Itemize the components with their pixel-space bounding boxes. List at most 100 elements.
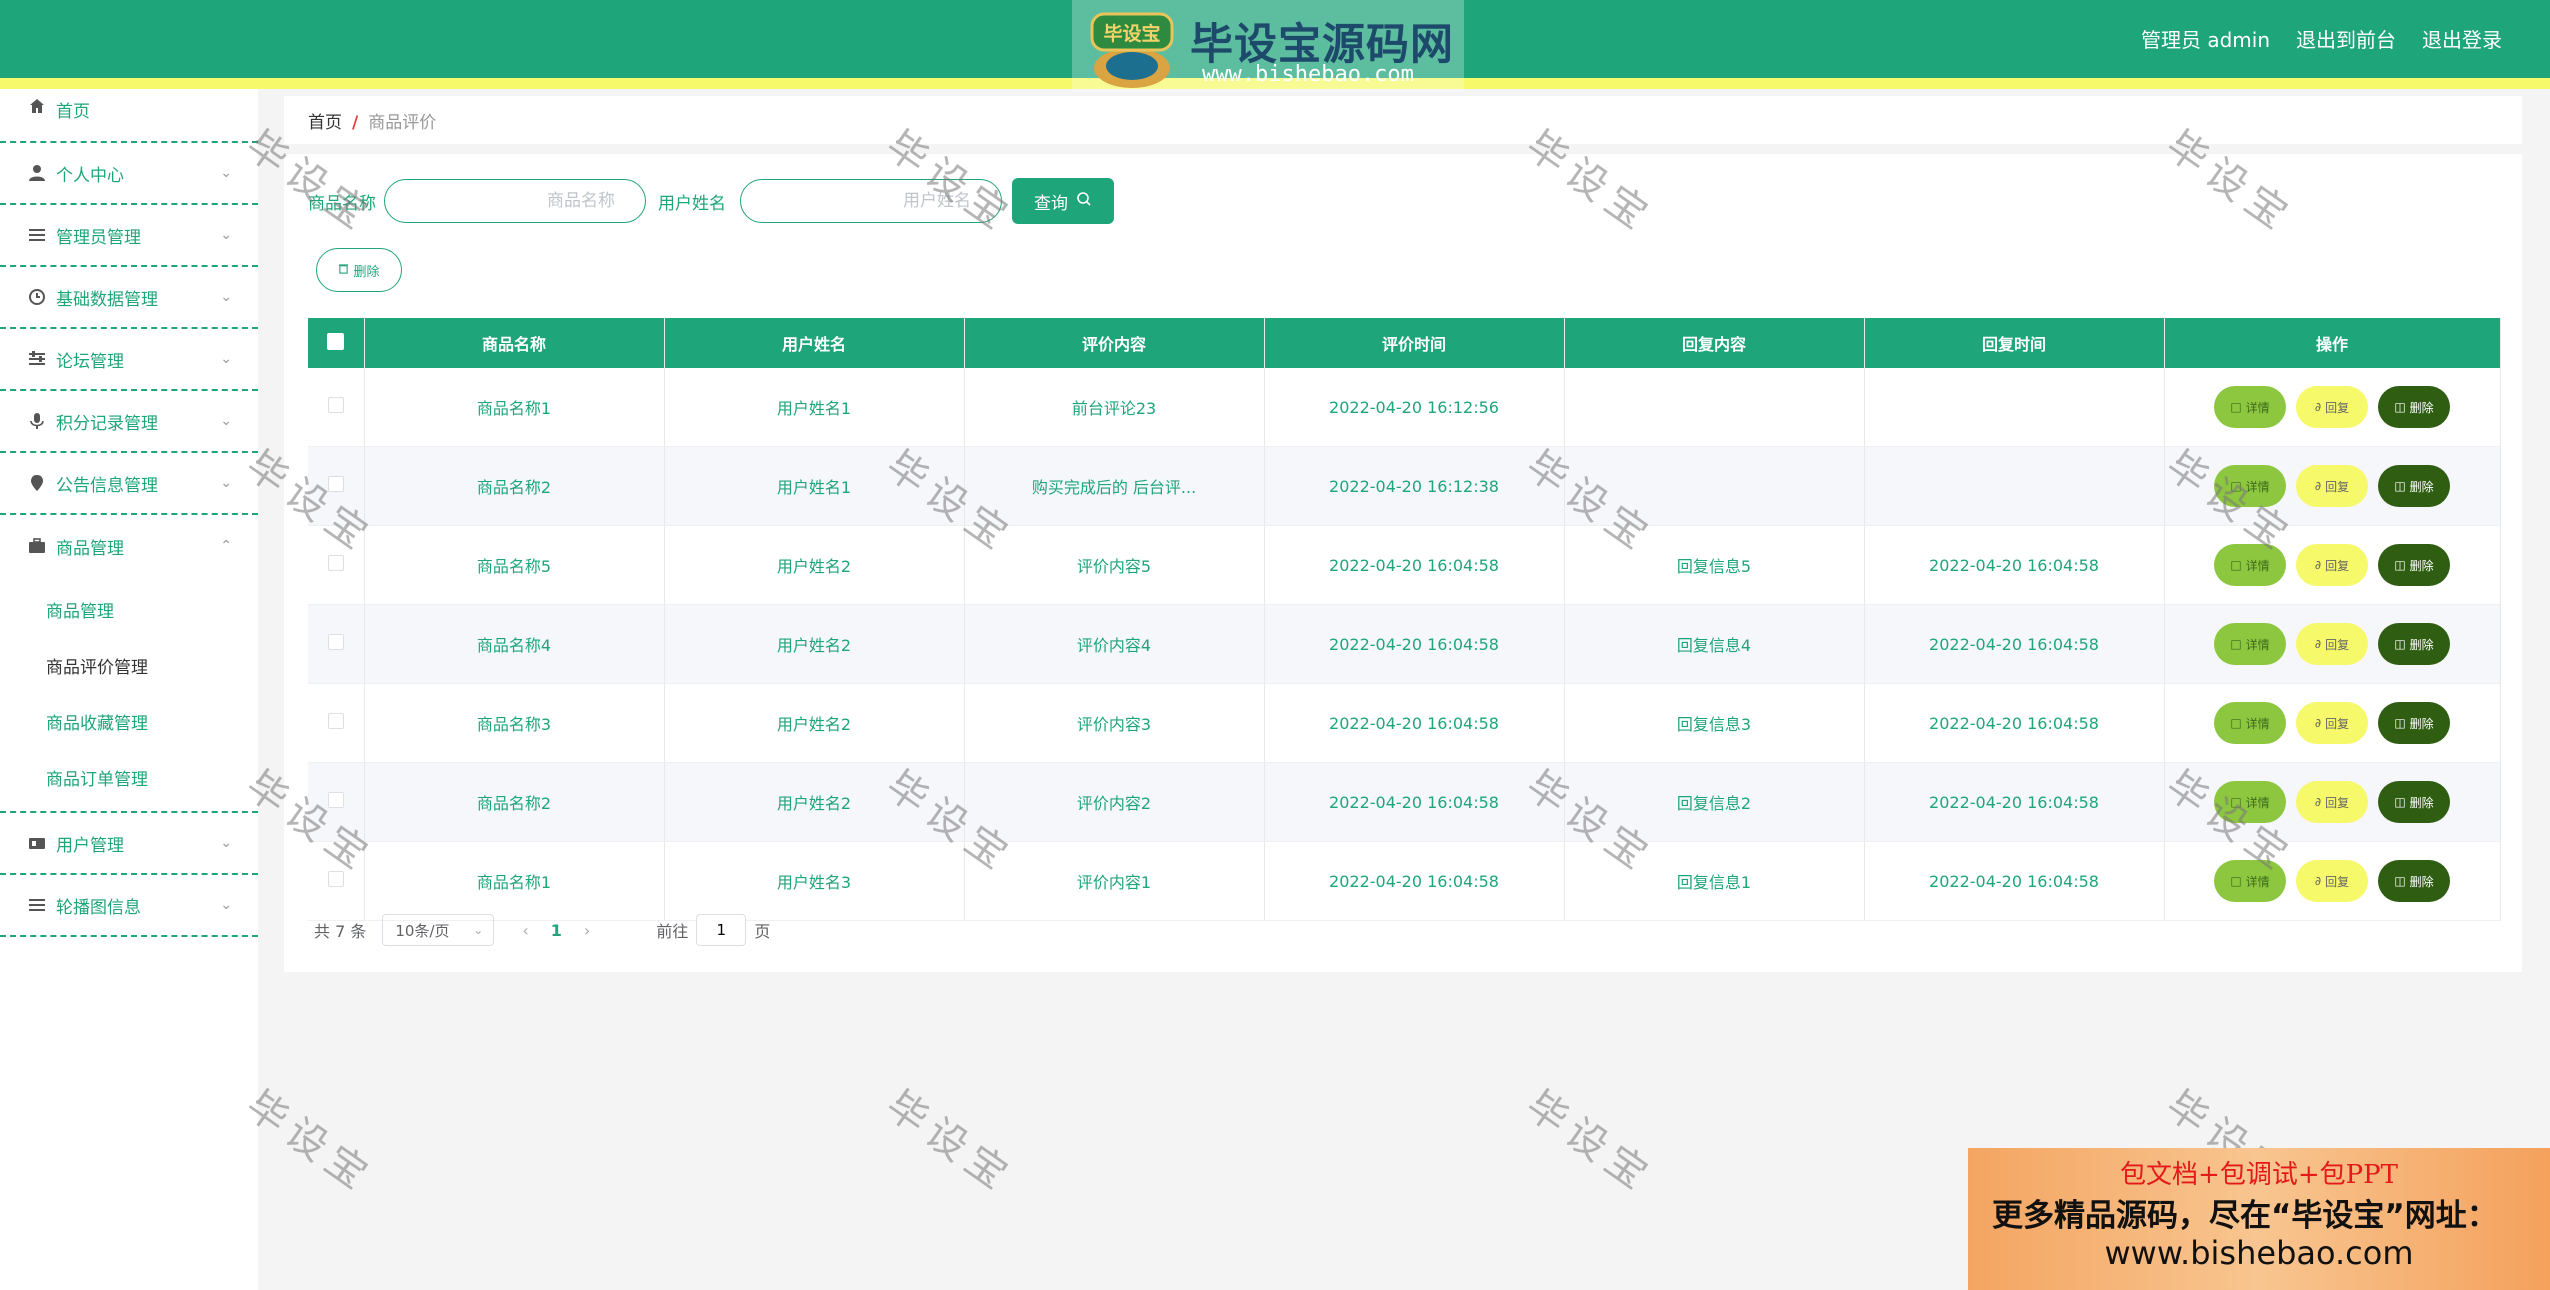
table-row: 商品名称3 用户姓名2 评价内容3 2022-04-20 16:04:58 回复信息3 2…	[308, 683, 2501, 763]
delete-button[interactable]: ◫ 删除	[2378, 386, 2450, 428]
sidebar-item-personal[interactable]: 个人中心 ⌄	[0, 143, 258, 205]
breadcrumb-home[interactable]: 首页	[308, 113, 342, 133]
actions-cell: □ 详情 ∂ 回复 ◫ 删除	[2164, 841, 2501, 921]
chevron-down-icon: ⌄	[220, 413, 232, 429]
query-button[interactable]: 查询	[1012, 178, 1114, 224]
row-select-cell[interactable]	[308, 762, 365, 842]
sidebar-item-points[interactable]: 积分记录管理 ⌄	[0, 391, 258, 453]
goods-name-cell: 商品名称2	[364, 762, 665, 842]
detail-button[interactable]: □ 详情	[2214, 623, 2286, 665]
row-select-cell[interactable]	[308, 446, 365, 526]
detail-button[interactable]: □ 详情	[2214, 702, 2286, 744]
detail-button[interactable]: □ 详情	[2214, 860, 2286, 902]
sidebar-item-label: 商品管理	[56, 538, 124, 559]
goods-name-input[interactable]	[384, 179, 646, 223]
next-page-icon[interactable]: ›	[584, 921, 590, 940]
row-select-cell[interactable]	[308, 841, 365, 921]
delete-button[interactable]: ◫ 删除	[2378, 702, 2450, 744]
table-row: 商品名称1 用户姓名3 评价内容1 2022-04-20 16:04:58 回复信息1 2…	[308, 841, 2501, 921]
select-all-cell[interactable]	[308, 318, 365, 368]
actions-cell: □ 详情 ∂ 回复 ◫ 删除	[2164, 683, 2501, 763]
main-content: 商品名称 用户姓名 查询 删除 商品名称 用户姓名 评价内容 评价时间	[284, 154, 2522, 972]
delete-button[interactable]: ◫ 删除	[2378, 860, 2450, 902]
select-all-checkbox[interactable]	[327, 332, 345, 350]
user-name-input[interactable]	[740, 179, 1002, 223]
site-logo: 毕设宝 毕设宝源码网 www.bishebao.com	[1072, 0, 1464, 92]
logo-badge-text: 毕设宝	[1103, 22, 1160, 45]
page-size-select[interactable]: 10条/页 ⌄	[382, 914, 495, 946]
submenu-item-goods[interactable]: 商品管理	[0, 581, 258, 637]
sidebar-item-label: 用户管理	[56, 835, 124, 856]
reply-label: 回复	[2325, 400, 2350, 415]
sidebar-item-label: 公告信息管理	[56, 475, 158, 496]
delete-button[interactable]: ◫ 删除	[2378, 544, 2450, 586]
detail-button[interactable]: □ 详情	[2214, 465, 2286, 507]
sidebar-item-users[interactable]: 用户管理 ⌄	[0, 813, 258, 875]
reply-button[interactable]: ∂ 回复	[2296, 781, 2368, 823]
trash-icon: ◫	[2394, 400, 2406, 414]
row-checkbox[interactable]	[327, 634, 344, 650]
delete-button[interactable]: ◫ 删除	[2378, 465, 2450, 507]
table-row: 商品名称4 用户姓名2 评价内容4 2022-04-20 16:04:58 回复信息4 2…	[308, 604, 2501, 684]
review-content-cell: 评价内容1	[964, 841, 1265, 921]
detail-button[interactable]: □ 详情	[2214, 386, 2286, 428]
sidebar-item-admins[interactable]: 管理员管理 ⌄	[0, 205, 258, 267]
user-name-cell: 用户姓名2	[664, 683, 965, 763]
sidebar-item-home[interactable]: 首页	[0, 89, 258, 143]
row-select-cell[interactable]	[308, 683, 365, 763]
delete-label: 删除	[2409, 479, 2434, 494]
reply-button[interactable]: ∂ 回复	[2296, 465, 2368, 507]
row-checkbox[interactable]	[327, 555, 344, 571]
user-name-cell: 用户姓名2	[664, 762, 965, 842]
reply-button[interactable]: ∂ 回复	[2296, 386, 2368, 428]
submenu-item-goods-orders[interactable]: 商品订单管理	[0, 749, 258, 805]
reply-time-cell: 2022-04-20 16:04:58	[1864, 762, 2165, 842]
delete-button[interactable]: ◫ 删除	[2378, 623, 2450, 665]
admin-user-label: 管理员 admin	[2140, 28, 2270, 52]
exit-to-front-link[interactable]: 退出到前台	[2296, 24, 2396, 53]
row-select-cell[interactable]	[308, 368, 365, 447]
reply-button[interactable]: ∂ 回复	[2296, 702, 2368, 744]
reply-time-cell	[1864, 446, 2165, 526]
row-checkbox[interactable]	[327, 713, 344, 729]
row-checkbox[interactable]	[327, 397, 344, 413]
batch-delete-button[interactable]: 删除	[316, 248, 402, 292]
page-number-current[interactable]: 1	[551, 921, 562, 940]
sidebar-item-goods[interactable]: 商品管理 ⌃	[0, 515, 258, 577]
reply-button[interactable]: ∂ 回复	[2296, 544, 2368, 586]
row-select-cell[interactable]	[308, 604, 365, 684]
sidebar-item-notices[interactable]: 公告信息管理 ⌄	[0, 453, 258, 515]
row-checkbox[interactable]	[327, 476, 344, 492]
goto-page-input[interactable]	[696, 914, 747, 946]
delete-label: 删除	[2409, 637, 2434, 652]
review-time-cell: 2022-04-20 16:04:58	[1264, 841, 1565, 921]
detail-button[interactable]: □ 详情	[2214, 781, 2286, 823]
watermark-text: 毕设宝	[877, 1082, 1022, 1203]
review-time-cell: 2022-04-20 16:04:58	[1264, 604, 1565, 684]
submenu-item-goods-reviews[interactable]: 商品评价管理	[0, 637, 258, 693]
reply-content-cell	[1564, 446, 1865, 526]
row-checkbox[interactable]	[327, 871, 344, 887]
file-icon: □	[2230, 400, 2242, 414]
sidebar-item-label: 轮播图信息	[56, 897, 141, 918]
reply-button[interactable]: ∂ 回复	[2296, 623, 2368, 665]
sidebar: 首页 个人中心 ⌄ 管理员管理 ⌄ 基础数据管理 ⌄ 论坛管理 ⌄ 积分记录管理…	[0, 89, 258, 1290]
delete-button[interactable]: ◫ 删除	[2378, 781, 2450, 823]
table-row: 商品名称2 用户姓名2 评价内容2 2022-04-20 16:04:58 回复信息2 2…	[308, 762, 2501, 842]
sidebar-item-basic-data[interactable]: 基础数据管理 ⌄	[0, 267, 258, 329]
row-select-cell[interactable]	[308, 525, 365, 605]
user-name-cell: 用户姓名2	[664, 525, 965, 605]
mic-icon	[28, 412, 46, 430]
reply-time-cell: 2022-04-20 16:04:58	[1864, 604, 2165, 684]
chevron-down-icon: ⌄	[220, 165, 232, 181]
prev-page-icon[interactable]: ‹	[522, 921, 528, 940]
submenu-item-goods-favorites[interactable]: 商品收藏管理	[0, 693, 258, 749]
row-checkbox[interactable]	[327, 792, 344, 808]
sidebar-item-forum[interactable]: 论坛管理 ⌄	[0, 329, 258, 391]
reply-button[interactable]: ∂ 回复	[2296, 860, 2368, 902]
review-time-cell: 2022-04-20 16:04:58	[1264, 683, 1565, 763]
logout-link[interactable]: 退出登录	[2422, 24, 2502, 53]
sidebar-item-carousel[interactable]: 轮播图信息 ⌄	[0, 875, 258, 937]
detail-button[interactable]: □ 详情	[2214, 544, 2286, 586]
trash-icon: ◫	[2394, 479, 2406, 493]
